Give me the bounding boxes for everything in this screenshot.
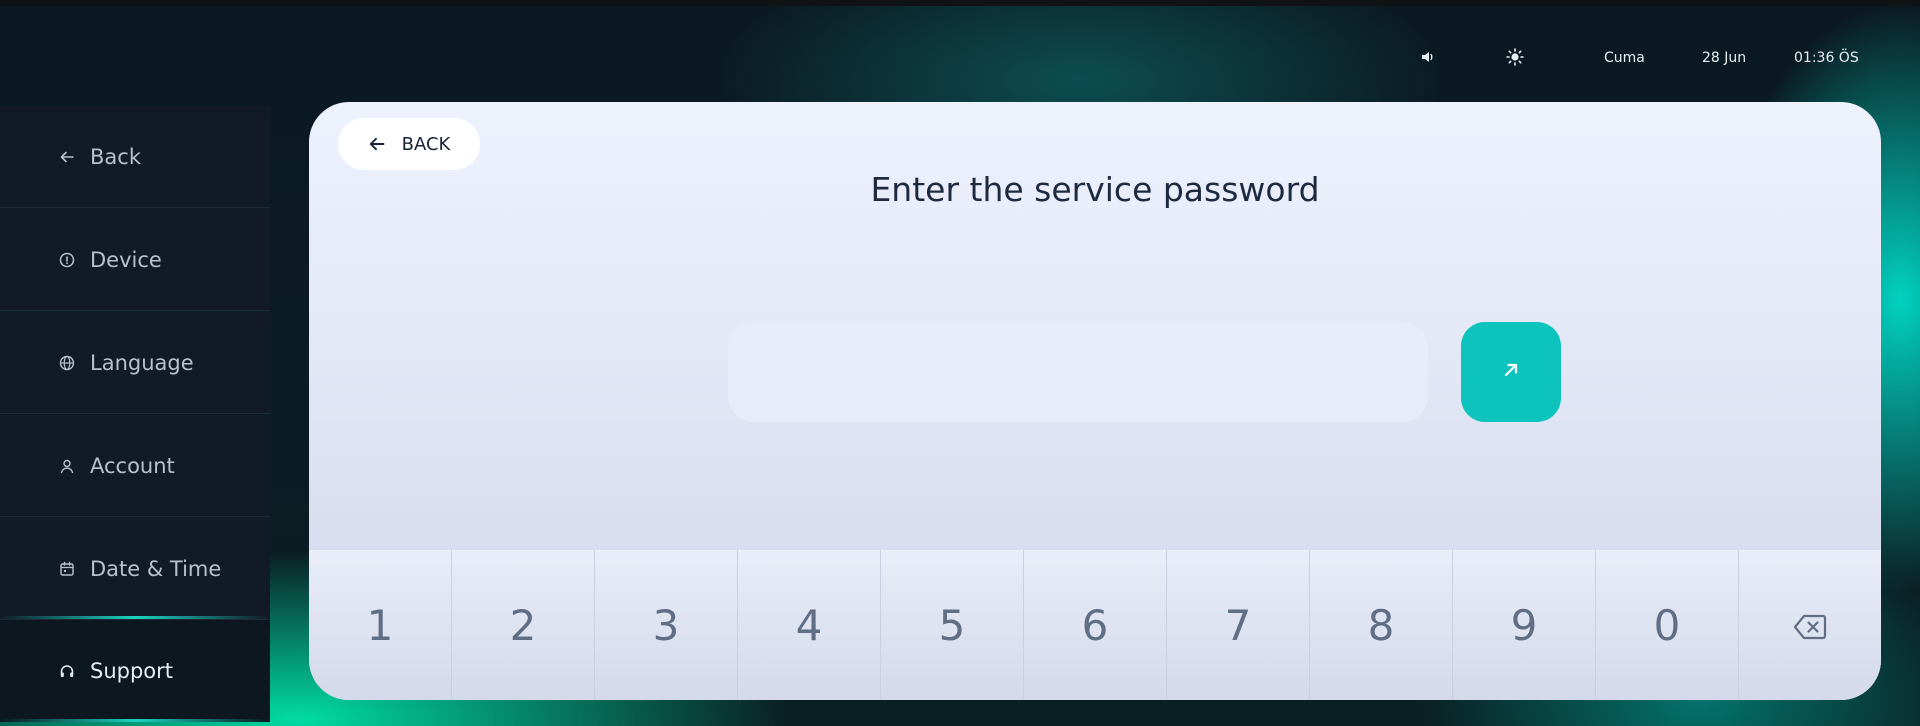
status-bar: Cuma 28 Jun 01:36 ÖS (1420, 44, 1870, 72)
headphones-icon (58, 662, 76, 680)
key-8[interactable]: 8 (1310, 550, 1453, 700)
status-time: 01:36 ÖS (1794, 50, 1859, 66)
arrow-left-icon (368, 135, 386, 153)
backspace-icon (1793, 601, 1827, 650)
sidebar-item-label: Language (90, 350, 194, 375)
sidebar-item-language[interactable]: Language (0, 312, 270, 414)
main-panel: BACK Enter the service password 1 2 3 4 … (309, 102, 1881, 700)
arrow-left-icon (58, 148, 76, 166)
key-3[interactable]: 3 (595, 550, 738, 700)
sidebar-item-label: Support (90, 659, 174, 683)
service-password-input[interactable] (728, 322, 1428, 422)
top-strip (0, 0, 1920, 6)
back-button-label: BACK (401, 133, 451, 155)
key-7[interactable]: 7 (1167, 550, 1310, 700)
sidebar-item-account[interactable]: Account (0, 415, 270, 517)
user-icon (58, 457, 76, 475)
back-button[interactable]: BACK (338, 118, 480, 170)
key-1[interactable]: 1 (309, 550, 452, 700)
numeric-keypad: 1 2 3 4 5 6 7 8 9 0 (309, 550, 1881, 700)
page-title: Enter the service password (870, 170, 1320, 209)
speaker-icon[interactable] (1420, 49, 1436, 65)
sidebar-item-label: Device (90, 247, 162, 272)
sidebar-item-label: Account (90, 453, 175, 478)
status-day: Cuma (1604, 50, 1645, 66)
sidebar-item-device[interactable]: Device (0, 209, 270, 311)
arrow-up-right-icon (1501, 360, 1521, 384)
key-0[interactable]: 0 (1596, 550, 1739, 700)
calendar-icon (58, 560, 76, 578)
backspace-key[interactable] (1739, 550, 1881, 700)
submit-button[interactable] (1461, 322, 1561, 422)
sidebar-active-glow (0, 616, 270, 619)
info-icon (58, 251, 76, 269)
sidebar-item-label: Date & Time (90, 556, 222, 581)
globe-icon (58, 354, 76, 372)
key-5[interactable]: 5 (881, 550, 1024, 700)
sidebar-item-date-time[interactable]: Date & Time (0, 518, 270, 620)
key-9[interactable]: 9 (1453, 550, 1596, 700)
sun-icon[interactable] (1506, 48, 1524, 66)
key-4[interactable]: 4 (738, 550, 881, 700)
sidebar: Back Device Language Account Date & Time… (0, 106, 270, 726)
status-date: 28 Jun (1702, 50, 1747, 66)
sidebar-item-support[interactable]: Support (0, 620, 270, 722)
key-2[interactable]: 2 (452, 550, 595, 700)
key-6[interactable]: 6 (1024, 550, 1167, 700)
sidebar-item-back[interactable]: Back (0, 106, 270, 208)
sidebar-item-label: Back (90, 144, 141, 169)
